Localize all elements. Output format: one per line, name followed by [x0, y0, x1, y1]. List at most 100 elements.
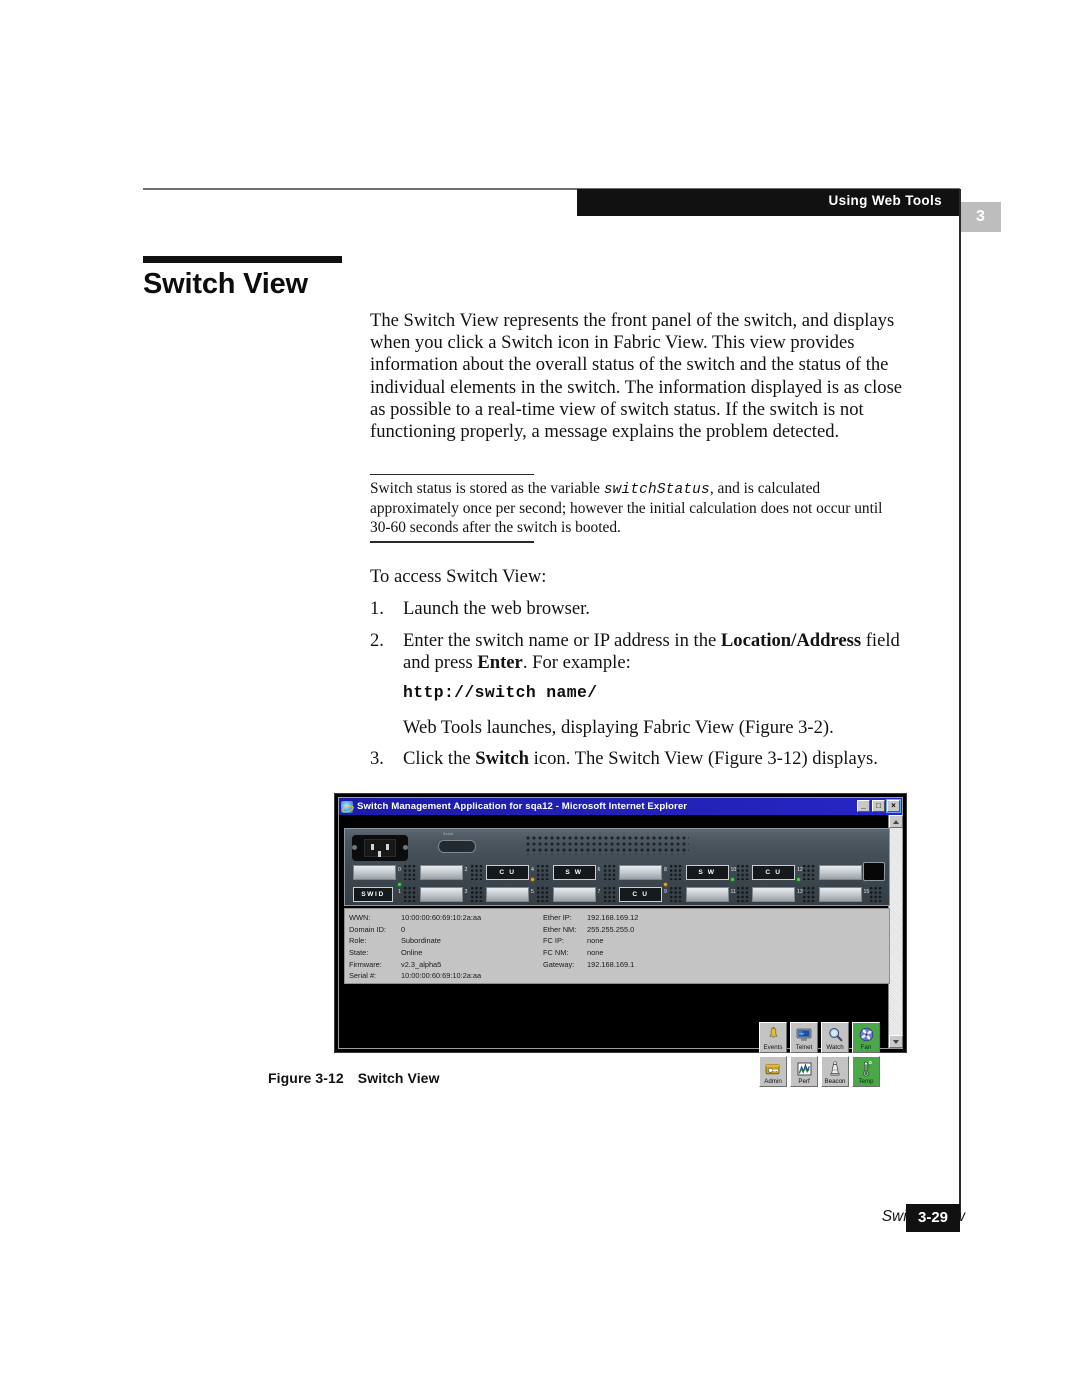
info-value: none: [587, 948, 604, 958]
panel-dot-pattern: [669, 886, 682, 902]
toolbar-button-perf[interactable]: Perf: [790, 1056, 818, 1087]
step-3-text: Click the Switch icon. The Switch View (…: [403, 748, 915, 770]
step-1-number: 1.: [370, 598, 384, 619]
footer-page-number: 3-29: [917, 1209, 949, 1226]
toolbar-button-label: Watch: [826, 1044, 844, 1051]
serial-port-label: Serial: [443, 832, 454, 836]
bell-icon: [760, 1026, 786, 1043]
toolbar-button-telnet[interactable]: Telnet: [790, 1022, 818, 1053]
info-value: 192.168.169.1: [587, 959, 635, 969]
power-inlet-body: [364, 839, 396, 857]
info-value: v2.3_alpha5: [401, 959, 442, 969]
example-url-code: http://switch name/: [403, 683, 598, 702]
panel-dot-pattern: [735, 886, 749, 902]
chapter-number: 3: [976, 208, 985, 225]
port-module-4[interactable]: C U: [486, 865, 529, 880]
figure-caption: Figure 3-12 Switch View: [268, 1070, 440, 1086]
port-module-0[interactable]: [353, 865, 396, 880]
procedure-lead-in: To access Switch View:: [370, 566, 547, 587]
toolbar-button-label: Perf: [798, 1078, 810, 1085]
panel-dot-pattern: [403, 864, 416, 880]
ventilation-grille: [525, 835, 689, 855]
port-module-10[interactable]: S W: [685, 865, 729, 880]
port-number-4: 4: [531, 867, 534, 873]
step-3-bold-switch: Switch: [475, 748, 530, 769]
info-value: Subordinate: [401, 936, 441, 946]
procedure-step-2: 2. Enter the switch name or IP address i…: [370, 630, 915, 674]
info-label: WWN:: [349, 913, 371, 923]
toolbar-row-2: Admin Perf Beacon Temp: [759, 1056, 883, 1087]
port-led-10: [730, 878, 734, 882]
port-module-8[interactable]: [619, 865, 662, 880]
port-module-13[interactable]: [752, 887, 795, 902]
application-window: Switch Management Application for sqa12 …: [338, 797, 903, 1087]
info-row: Domain ID: 0: [349, 924, 481, 936]
port-module-9[interactable]: C U: [619, 887, 662, 902]
port-number-2: 2: [464, 867, 468, 873]
toolbar-button-beacon[interactable]: Beacon: [821, 1056, 849, 1087]
info-row: Ether NM: 255.255.255.0: [543, 924, 638, 936]
port-led-1: [398, 883, 402, 887]
panel-dot-pattern: [536, 886, 549, 902]
procedure-step-1: 1. Launch the web browser.: [370, 598, 915, 620]
switch-front-panel: Serial 02C U4S W68S W10C U1214 SWID1357C…: [344, 828, 890, 906]
window-controls: _ □ ×: [857, 799, 901, 813]
panel-dot-pattern: [469, 886, 483, 902]
info-value: 10:00:00:60:69:10:2a:aa: [401, 913, 482, 923]
info-label: Firmware:: [349, 959, 382, 969]
fan-icon: [853, 1026, 879, 1043]
toolbar-button-admin[interactable]: Admin: [759, 1056, 787, 1087]
thermometer-icon: [853, 1060, 879, 1077]
info-row: State: Online: [349, 947, 481, 959]
info-label: FC NM:: [543, 948, 569, 958]
toolbar-button-label: Beacon: [824, 1078, 846, 1085]
scroll-up-button[interactable]: [889, 815, 903, 828]
info-row: Serial #: 10:00:00:60:69:10:2a:aa: [349, 970, 481, 982]
port-module-11[interactable]: [685, 887, 729, 902]
toolbar-button-label: Admin: [764, 1078, 782, 1085]
port-module-6[interactable]: S W: [552, 865, 596, 880]
port-number-0: 0: [398, 867, 401, 873]
info-label: FC IP:: [543, 936, 564, 946]
procedure-step-3: 3. Click the Switch icon. The Switch Vie…: [370, 748, 915, 770]
toolbar-button-fan[interactable]: Fan: [852, 1022, 880, 1053]
maximize-button[interactable]: □: [872, 800, 885, 812]
toolbar-button-label: Telnet: [795, 1044, 813, 1051]
chart-icon: [791, 1060, 817, 1077]
port-row-bottom: SWID 1 3 5 7 C U 9 11 13 15: [351, 883, 885, 906]
port-module-1[interactable]: SWID: [353, 887, 393, 902]
info-value: 0: [401, 924, 406, 934]
scroll-down-button[interactable]: [889, 1035, 903, 1048]
panel-dot-pattern: [802, 864, 815, 880]
panel-dot-pattern: [602, 864, 616, 880]
toolbar-button-events[interactable]: Events: [759, 1022, 787, 1053]
vertical-scrollbar[interactable]: [888, 815, 903, 1048]
port-module-12[interactable]: C U: [752, 865, 795, 880]
port-module-2[interactable]: [419, 865, 463, 880]
info-fields-left: WWN: 10:00:00:60:69:10:2a:aa Domain ID: 0 Ro…: [349, 912, 481, 982]
step-3-text-part1: Click the: [403, 748, 476, 769]
port-module-label: S W: [565, 869, 583, 876]
port-module-5[interactable]: [486, 887, 529, 902]
toolbar-row-1: Events Telnet Watch Fan: [759, 1022, 883, 1053]
note-text-before: Switch status is stored as the variable: [370, 480, 604, 498]
info-value: 192.168.169.12: [587, 913, 639, 923]
info-fields-right: Ether IP: 192.168.169.12 Ether NM: 255.255.…: [543, 912, 638, 970]
port-module-15[interactable]: [818, 887, 862, 902]
toolbar-button-watch[interactable]: Watch: [821, 1022, 849, 1053]
port-number-6: 6: [597, 867, 601, 873]
port-module-7[interactable]: [552, 887, 596, 902]
document-page: Using Web Tools 3 Switch View The Switch…: [0, 0, 1080, 1397]
port-number-7: 7: [597, 889, 601, 895]
port-led-12: [797, 878, 801, 882]
info-label: Ether IP:: [543, 913, 572, 923]
toolbar-button-temp[interactable]: Temp: [852, 1056, 880, 1087]
running-head-band: Using Web Tools: [577, 189, 960, 216]
port-module-3[interactable]: [419, 887, 463, 902]
panel-dot-pattern: [403, 886, 416, 902]
minimize-button[interactable]: _: [857, 800, 870, 812]
right-margin-rule: [959, 189, 961, 1216]
port-module-14[interactable]: [818, 865, 862, 880]
monitor-icon: [791, 1026, 817, 1043]
close-button[interactable]: ×: [886, 799, 901, 813]
